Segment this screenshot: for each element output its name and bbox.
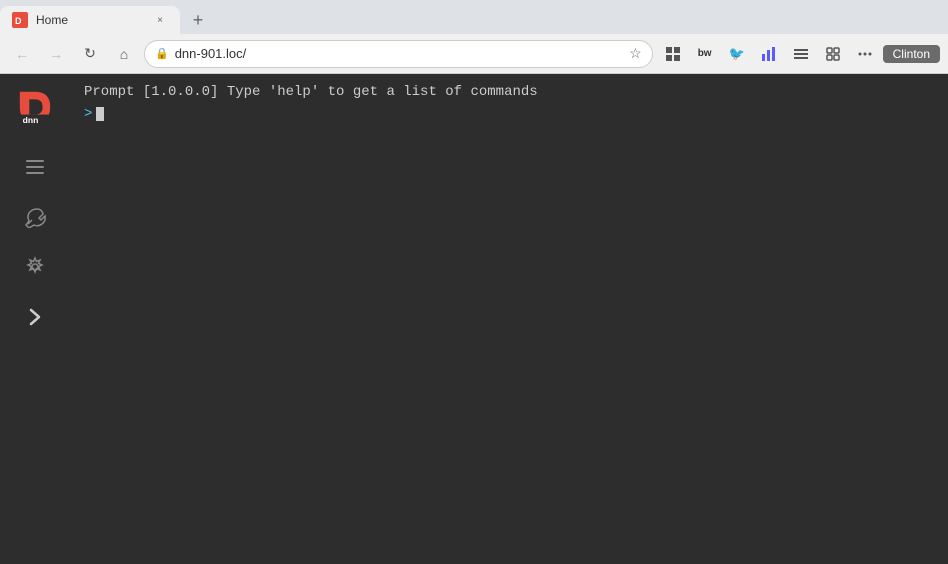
toolbar-icon-more[interactable] <box>851 40 879 68</box>
home-button[interactable]: ⌂ <box>110 40 138 68</box>
new-tab-button[interactable]: + <box>184 6 212 34</box>
bookmark-icon[interactable]: ☆ <box>629 45 642 62</box>
back-button[interactable]: ← <box>8 40 36 68</box>
tab-close-button[interactable]: × <box>152 12 168 28</box>
user-menu-button[interactable]: Clinton <box>883 45 940 63</box>
dnn-logo-icon: dnn <box>16 88 54 126</box>
toolbar-icons: bw 🐦 <box>659 40 940 68</box>
url-text: dnn-901.loc/ <box>175 46 623 61</box>
chevron-right-icon <box>24 306 46 328</box>
terminal-cursor <box>96 107 104 121</box>
sidebar: dnn <box>0 74 70 564</box>
sidebar-logo[interactable]: dnn <box>10 82 60 132</box>
active-tab[interactable]: D Home × <box>0 6 180 34</box>
list-icon <box>24 156 46 178</box>
tab-favicon: D <box>12 12 28 28</box>
svg-text:dnn: dnn <box>23 115 39 125</box>
toolbar-icon-twitter[interactable]: 🐦 <box>723 40 751 68</box>
terminal-prompt-symbol: > <box>84 106 92 122</box>
security-icon: 🔒 <box>155 47 169 60</box>
sidebar-item-list[interactable] <box>0 142 70 192</box>
browser-chrome: D Home × + ← → ↻ ⌂ 🔒 dnn-901.loc/ ☆ <box>0 0 948 74</box>
toolbar-icon-chart[interactable] <box>755 40 783 68</box>
sidebar-item-tools[interactable] <box>0 192 70 242</box>
address-bar[interactable]: 🔒 dnn-901.loc/ ☆ <box>144 40 653 68</box>
refresh-button[interactable]: ↻ <box>76 40 104 68</box>
tab-title: Home <box>36 13 144 27</box>
forward-button[interactable]: → <box>42 40 70 68</box>
app-container: dnn <box>0 74 948 564</box>
toolbar-icon-bw[interactable]: bw <box>691 40 719 68</box>
settings-icon <box>24 256 46 278</box>
tools-icon <box>24 206 46 228</box>
toolbar-icon-menu1[interactable] <box>787 40 815 68</box>
toolbar-icon-1[interactable] <box>659 40 687 68</box>
terminal-prompt-text: Prompt [1.0.0.0] Type 'help' to get a li… <box>84 84 934 100</box>
terminal-input-line: > <box>84 106 934 122</box>
sidebar-item-settings[interactable] <box>0 242 70 292</box>
tab-bar: D Home × + <box>0 0 948 34</box>
svg-text:D: D <box>15 16 22 26</box>
toolbar-icon-ext[interactable] <box>819 40 847 68</box>
terminal-area[interactable]: Prompt [1.0.0.0] Type 'help' to get a li… <box>70 74 948 564</box>
sidebar-item-expand[interactable] <box>0 292 70 342</box>
nav-bar: ← → ↻ ⌂ 🔒 dnn-901.loc/ ☆ bw <box>0 34 948 74</box>
